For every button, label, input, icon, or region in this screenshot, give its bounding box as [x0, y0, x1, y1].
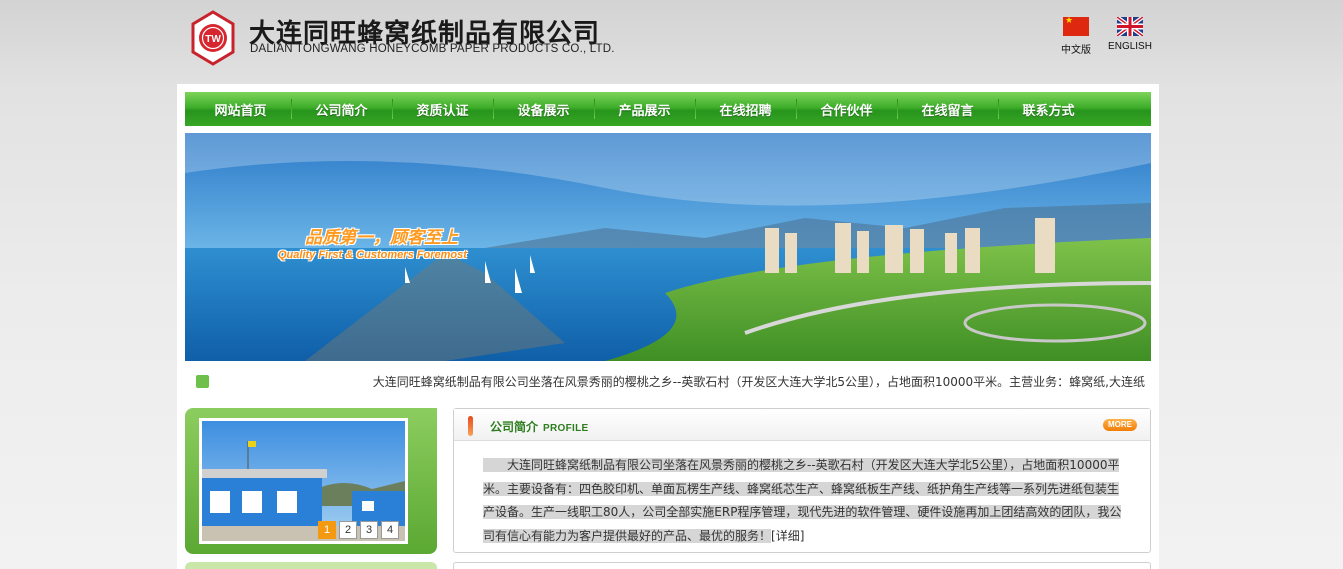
hero-banner: 品质第一，顾客至上 Quality First & Customers Fore…	[185, 133, 1151, 361]
lang-english-link[interactable]: ENGLISH	[1106, 15, 1154, 52]
marquee-text[interactable]: 大连同旺蜂窝纸制品有限公司坐落在风景秀丽的樱桃之乡--英歌石村（开发区大连大学北…	[370, 373, 1145, 390]
profile-subtitle: PROFILE	[543, 423, 589, 434]
company-logo[interactable]: TW	[191, 10, 235, 66]
section-marker-icon	[468, 416, 473, 436]
news-marquee: 大连同旺蜂窝纸制品有限公司坐落在风景秀丽的樱桃之乡--英歌石村（开发区大连大学北…	[185, 366, 1151, 396]
nav-item-equipment[interactable]: 设备展示	[493, 92, 594, 126]
pager-button-3[interactable]: 3	[360, 521, 378, 539]
uk-flag-icon	[1115, 15, 1145, 38]
pager-button-4[interactable]: 4	[381, 521, 399, 539]
nav-item-message[interactable]: 在线留言	[897, 92, 998, 126]
detail-link[interactable]: [详细]	[771, 529, 804, 543]
main-nav: 网站首页 公司简介 资质认证 设备展示 产品展示 在线招聘 合作伙伴 在线留言 …	[185, 92, 1151, 126]
nav-item-recruitment[interactable]: 在线招聘	[695, 92, 796, 126]
lang-chinese-link[interactable]: 中文版	[1052, 16, 1100, 56]
lang-chinese-label: 中文版	[1061, 45, 1091, 56]
profile-header: 公司简介 PROFILE MORE	[454, 409, 1150, 441]
china-flag-icon	[1063, 16, 1089, 36]
company-name-en: DALIAN TONGWANG HONEYCOMB PAPER PRODUCTS…	[250, 43, 615, 55]
banner-slogan-cn: 品质第一，顾客至上	[305, 228, 458, 248]
nav-item-home[interactable]: 网站首页	[190, 92, 291, 126]
profile-title-text: 公司简介	[490, 420, 539, 434]
pager-button-1[interactable]: 1	[318, 521, 336, 539]
more-button[interactable]: MORE	[1103, 419, 1137, 431]
profile-title: 公司简介 PROFILE	[490, 418, 588, 435]
nav-item-products[interactable]: 产品展示	[594, 92, 695, 126]
logo-badge-text: TW	[205, 34, 221, 45]
pager-button-2[interactable]: 2	[339, 521, 357, 539]
left-panel-secondary	[185, 562, 437, 569]
nav-item-contact[interactable]: 联系方式	[998, 92, 1099, 126]
nav-item-certification[interactable]: 资质认证	[392, 92, 493, 126]
company-profile-panel: 公司简介 PROFILE MORE 大连同旺蜂窝纸制品有限公司坐落在风景秀丽的樱桃…	[453, 408, 1151, 553]
slider-pager: 1 2 3 4	[318, 521, 399, 539]
lang-english-label: ENGLISH	[1108, 41, 1152, 52]
banner-slogan-en: Quality First & Customers Foremost	[278, 249, 467, 261]
nav-item-partners[interactable]: 合作伙伴	[796, 92, 897, 126]
photo-slider	[185, 408, 437, 554]
secondary-panel	[453, 562, 1151, 569]
speaker-icon	[196, 375, 209, 388]
nav-item-about[interactable]: 公司简介	[291, 92, 392, 126]
profile-body: 大连同旺蜂窝纸制品有限公司坐落在风景秀丽的樱桃之乡--英歌石村（开发区大连大学北…	[483, 454, 1125, 548]
